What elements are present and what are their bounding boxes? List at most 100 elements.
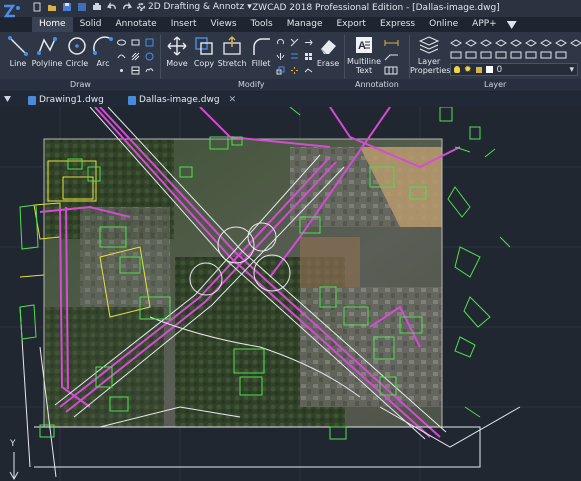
rectangle-icon[interactable]	[131, 38, 140, 47]
layer-dropdown[interactable]: ✹ 0 ▾	[450, 63, 578, 76]
file-tabs-menu-icon[interactable]	[4, 96, 11, 102]
scale-icon[interactable]	[276, 66, 285, 75]
drawing-canvas[interactable]: Y	[0, 107, 581, 481]
layer-tool-icon[interactable]	[450, 38, 462, 47]
ribbon-minimize-icon[interactable]	[506, 21, 517, 29]
document-tab-bar: Drawing1.dwg Dallas-image.dwg ✕	[0, 92, 581, 107]
zwcad-logo-icon[interactable]	[2, 2, 24, 30]
tab-home[interactable]: Home	[32, 17, 73, 32]
tab-insert[interactable]: Insert	[164, 17, 204, 32]
offset-icon[interactable]	[290, 52, 299, 61]
redo-icon[interactable]	[122, 1, 133, 12]
workspace-selector[interactable]: 2D Drafting & Annotz ▾	[137, 2, 252, 12]
linear-dimension-icon[interactable]	[384, 38, 400, 47]
tab-solid[interactable]: Solid	[73, 17, 109, 32]
point-icon[interactable]	[117, 66, 126, 75]
close-icon[interactable]: ✕	[229, 95, 237, 105]
table-icon[interactable]	[131, 66, 140, 75]
save-icon[interactable]	[62, 2, 72, 12]
layer-tool-icon[interactable]	[510, 50, 522, 59]
title-bar: 2D Drafting & Annotz ▾ ZWCAD 2018 Profes…	[0, 0, 581, 18]
drawing-file-icon	[128, 95, 136, 105]
spline-icon[interactable]	[117, 52, 126, 61]
layer-tool-icon[interactable]	[555, 50, 567, 59]
layer-tool-icon[interactable]	[540, 38, 552, 47]
open-folder-icon[interactable]	[47, 2, 57, 12]
trim-icon[interactable]	[290, 38, 299, 47]
table-grid-icon[interactable]	[384, 66, 400, 75]
ribbon-tabs: Home Solid Annotate Insert Views Tools M…	[32, 17, 517, 32]
undo-icon[interactable]	[106, 1, 117, 12]
lightbulb-icon	[454, 66, 460, 73]
copy-button[interactable]: Copy	[191, 35, 217, 68]
rotate-icon[interactable]	[276, 38, 285, 47]
revcloud-icon[interactable]	[145, 66, 154, 75]
tab-tools[interactable]: Tools	[244, 17, 280, 32]
save-as-icon[interactable]	[77, 2, 87, 12]
new-file-icon[interactable]	[32, 2, 42, 12]
modify-panel-title: Modify	[238, 80, 265, 89]
fillet-icon	[253, 38, 270, 55]
tab-views[interactable]: Views	[204, 17, 244, 32]
gear-icon	[137, 3, 145, 11]
layer-tool-icon[interactable]	[540, 50, 552, 59]
layer-tool-icon[interactable]	[480, 50, 492, 59]
print-icon[interactable]	[92, 2, 102, 12]
move-button[interactable]: Move	[164, 35, 190, 68]
multiline-text-button[interactable]: A Multiline Text	[346, 35, 382, 75]
tab-export[interactable]: Export	[330, 17, 373, 32]
svg-text:A: A	[358, 40, 366, 52]
tab-online[interactable]: Online	[422, 17, 465, 32]
document-tab-drawing1[interactable]: Drawing1.dwg	[28, 94, 104, 106]
layer-panel-title: Layer	[484, 80, 507, 89]
lock-icon	[475, 66, 482, 73]
line-label: Line	[9, 59, 27, 68]
tab-annotate[interactable]: Annotate	[109, 17, 164, 32]
join-icon[interactable]	[304, 66, 313, 75]
layer-tool-icon[interactable]	[525, 50, 537, 59]
layer-properties-button[interactable]: Layer Properties	[410, 35, 451, 75]
arc-button[interactable]: Arc	[90, 35, 116, 68]
layer-tool-icon[interactable]	[465, 50, 477, 59]
extend-icon[interactable]	[304, 38, 313, 47]
quick-access-toolbar	[32, 1, 147, 12]
layer-tool-icon[interactable]	[555, 38, 567, 47]
array-icon[interactable]	[304, 52, 313, 61]
tab-app-plus[interactable]: APP+	[465, 17, 504, 32]
tab-express[interactable]: Express	[373, 17, 422, 32]
circle-button[interactable]: Circle	[63, 35, 91, 68]
annotation-panel-title: Annotation	[355, 80, 399, 89]
layer-tool-icon[interactable]	[495, 38, 507, 47]
mtext-label-1: Multiline	[347, 57, 381, 66]
layer-tool-icon[interactable]	[480, 38, 492, 47]
layer-tool-icon[interactable]	[450, 50, 462, 59]
layer-tool-icon[interactable]	[465, 38, 477, 47]
hatch-icon[interactable]	[131, 52, 140, 61]
document-tab-dallas[interactable]: Dallas-image.dwg ✕	[128, 94, 236, 106]
document-tab-label: Dallas-image.dwg	[139, 95, 220, 105]
fillet-button[interactable]: Fillet	[249, 35, 273, 68]
line-button[interactable]: Line	[4, 35, 32, 68]
leader-icon[interactable]	[384, 52, 400, 61]
tab-manage[interactable]: Manage	[280, 17, 330, 32]
polyline-button[interactable]: Polyline	[30, 35, 64, 68]
ellipse-icon[interactable]	[117, 38, 126, 47]
copy-icon	[195, 37, 213, 55]
layer-props-label-2: Properties	[410, 66, 451, 75]
layer-tool-icon[interactable]	[570, 38, 581, 47]
layer-stack-icon	[418, 36, 440, 54]
eraser-icon	[320, 40, 336, 55]
layer-tool-icon[interactable]	[525, 38, 537, 47]
line-icon	[8, 36, 28, 56]
layer-tools-row-1	[450, 38, 581, 47]
erase-label: Erase	[316, 59, 340, 68]
move-icon	[167, 36, 187, 56]
explode-icon[interactable]	[290, 66, 299, 75]
stretch-button[interactable]: Stretch	[217, 35, 247, 68]
layer-tool-icon[interactable]	[510, 38, 522, 47]
region-icon[interactable]	[145, 38, 154, 47]
boundary-icon[interactable]	[145, 52, 154, 61]
layer-tool-icon[interactable]	[495, 50, 507, 59]
erase-button[interactable]: Erase	[315, 35, 341, 68]
mirror-icon[interactable]	[276, 52, 285, 61]
